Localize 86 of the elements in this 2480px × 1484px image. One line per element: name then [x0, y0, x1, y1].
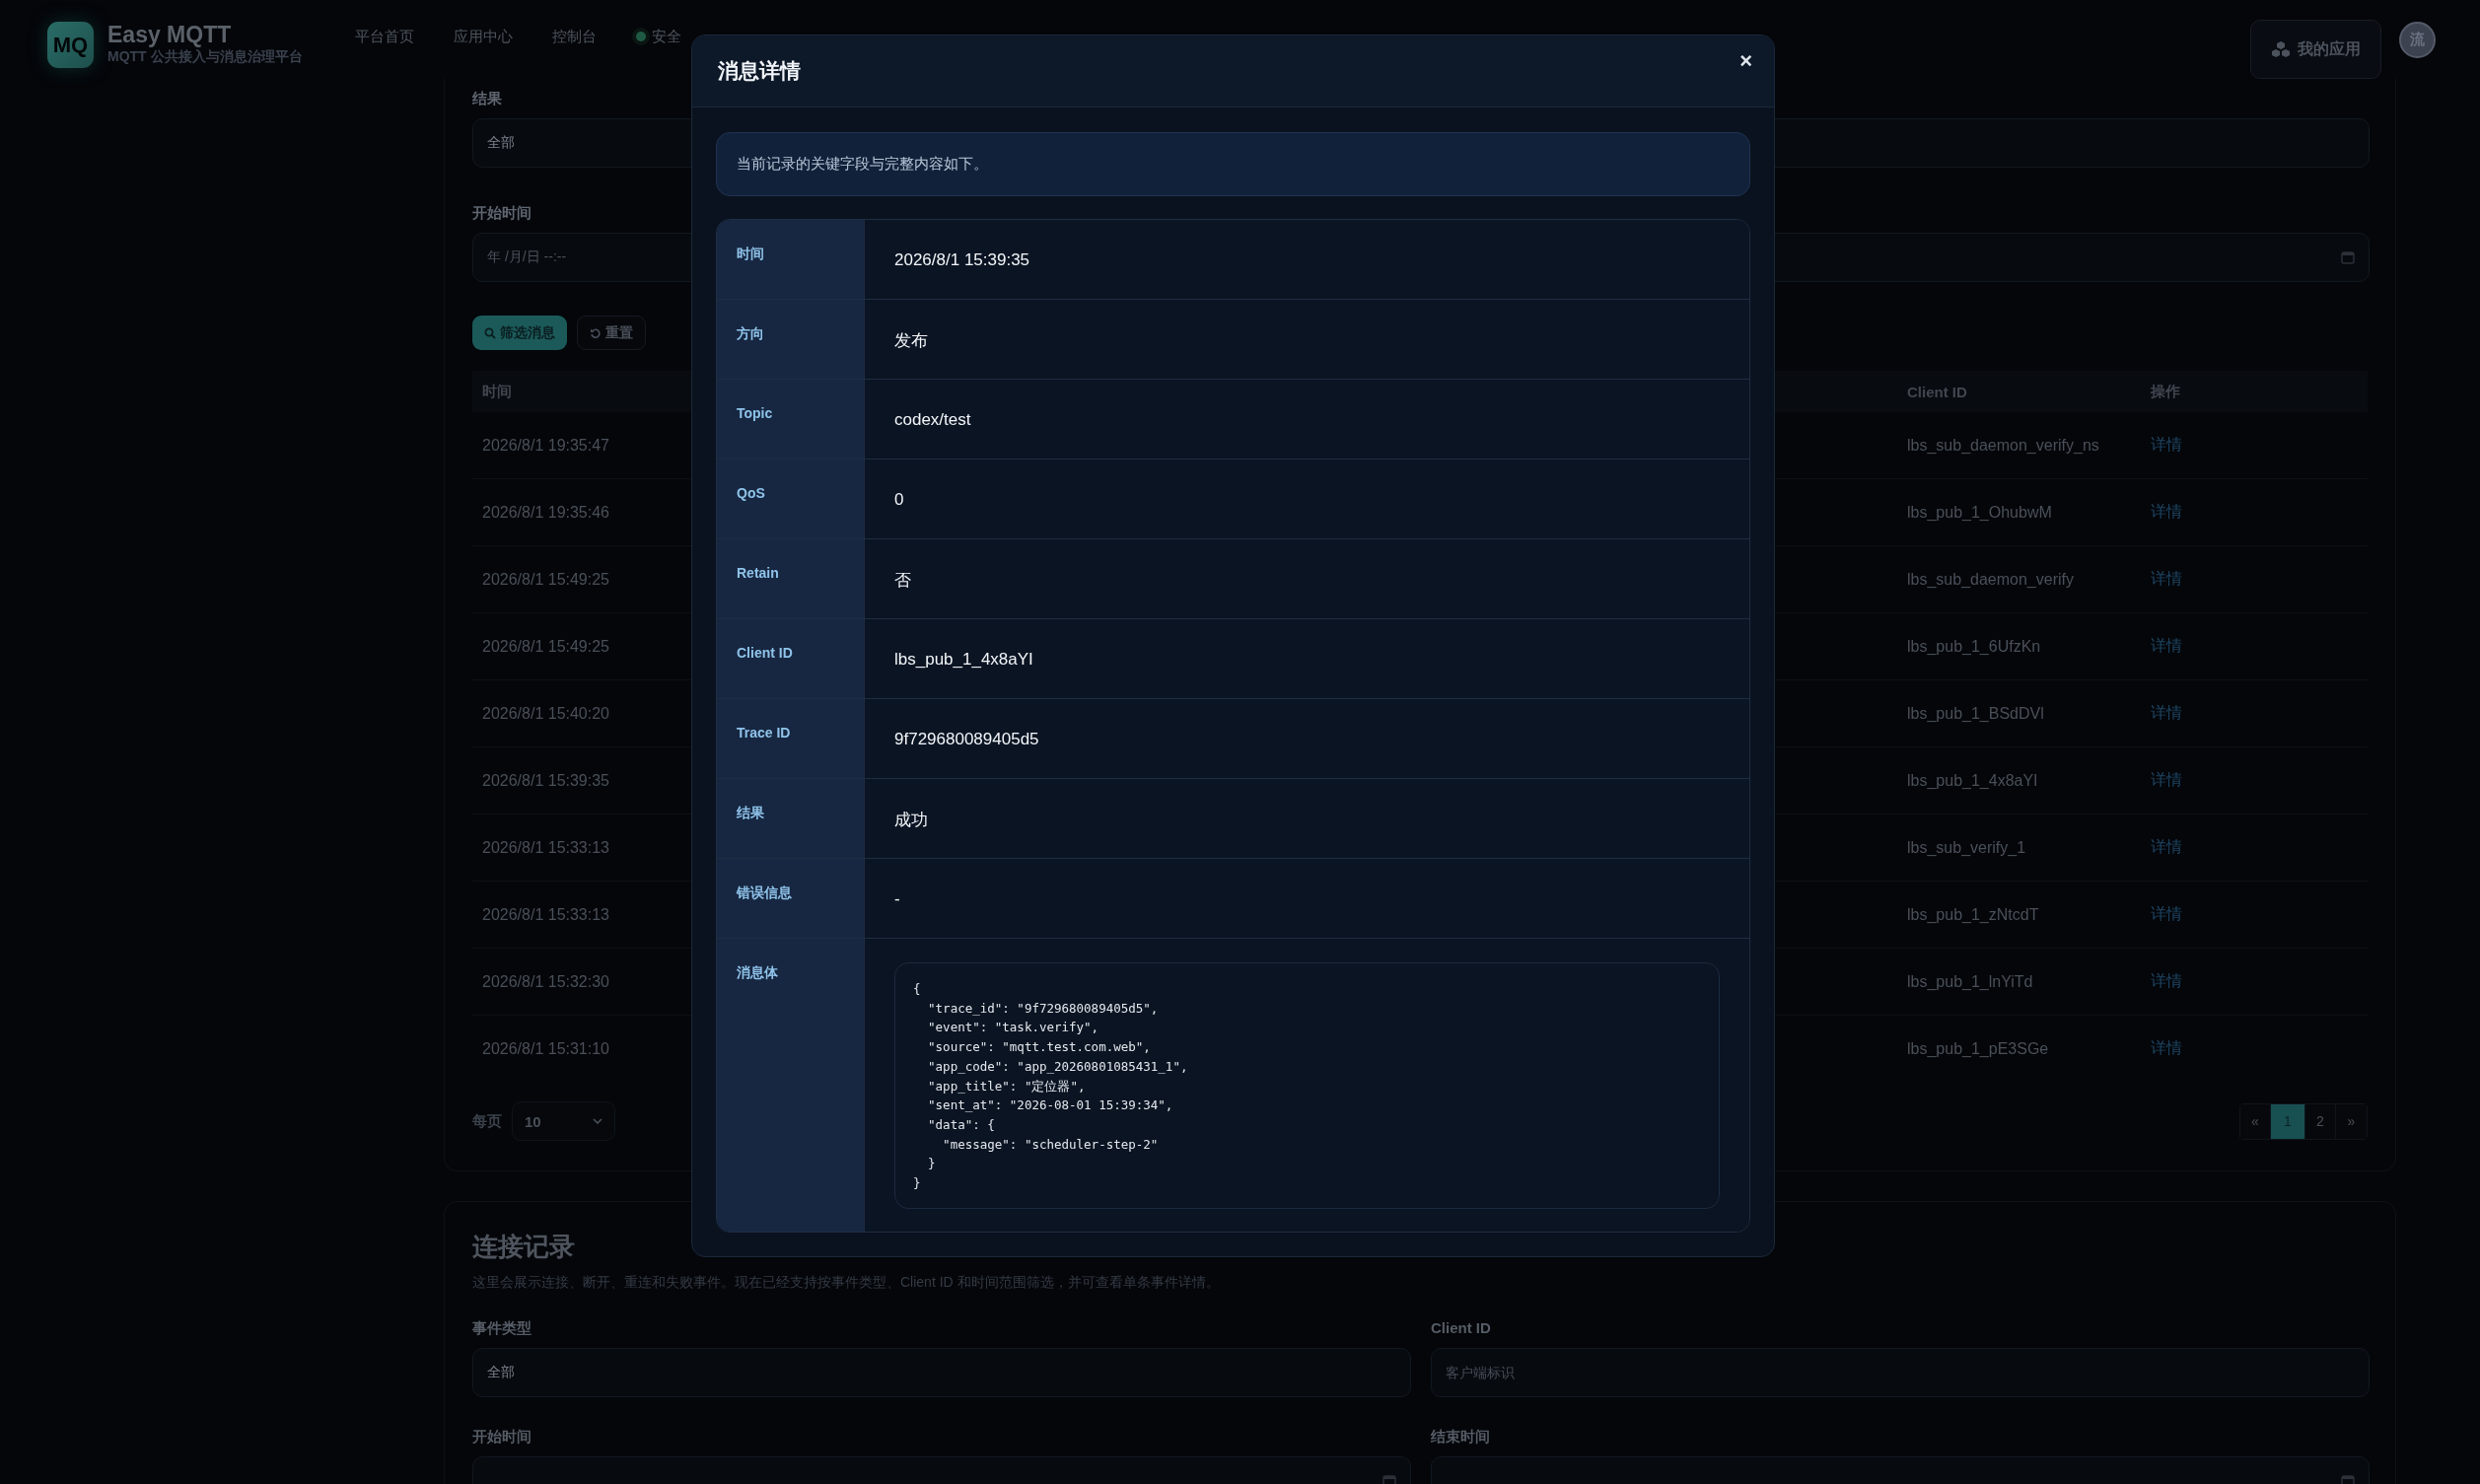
field-label: Retain [737, 565, 779, 581]
time-cell: 2026/8/1 15:32:30 [482, 972, 609, 990]
client-id-cell: lbs_pub_1_pE3SGe [1907, 1039, 2049, 1057]
field-label: 消息体 [737, 964, 778, 980]
nav-link[interactable]: 控制台 [551, 28, 597, 45]
detail-link[interactable]: 详情 [2151, 972, 2182, 989]
field-label: Topic [737, 405, 773, 421]
time-cell: 2026/8/1 19:35:46 [482, 503, 609, 521]
caret-icon [593, 1118, 602, 1124]
reset-icon [590, 326, 602, 339]
field-label: Client ID [737, 645, 793, 661]
detail-link[interactable]: 详情 [2151, 436, 2182, 453]
calendar-icon [2341, 1474, 2355, 1484]
client-id-cell: lbs_pub_1_OhubwM [1907, 503, 2052, 521]
my-apps-button[interactable]: 我的应用 [2250, 20, 2381, 79]
column-header: Client ID [1906, 383, 1967, 400]
detail-link[interactable]: 详情 [2151, 838, 2182, 855]
notice-banner: 当前记录的关键字段与完整内容如下。 [716, 132, 1750, 196]
field-value: codex/test [894, 410, 971, 430]
nav-link[interactable]: 安全 [651, 28, 681, 45]
status-dot [635, 32, 646, 41]
nav-link[interactable]: 平台首页 [354, 28, 414, 45]
detail-link[interactable]: 详情 [2151, 637, 2182, 654]
field-label: 开始时间 [472, 203, 531, 223]
select-field[interactable]: 全部 [472, 1348, 1411, 1397]
client-id-cell: lbs_pub_1_4x8aYI [1907, 771, 2038, 789]
time-cell: 2026/8/1 15:33:13 [482, 838, 609, 856]
field-label: 错误信息 [737, 884, 792, 900]
input-field[interactable]: 客户端标识 [1431, 1348, 2370, 1397]
column-header: 时间 [481, 382, 512, 401]
field-label: 时间 [737, 246, 764, 261]
detail-link[interactable]: 详情 [2151, 905, 2182, 922]
field-value: 发布 [894, 329, 928, 352]
message-body-code: { "trace_id": "9f729680089405d5", "event": "task.verify", "source": "mqtt.test.com.web", "app_code": "app_20260801085431_1", "app_title": "定位器", "sent_at": "2026-08-01 15:39:34", "data": { "message": "scheduler-step-2" } } [894, 962, 1720, 1209]
detail-link[interactable]: 详情 [2151, 771, 2182, 788]
field-value: 否 [894, 569, 911, 592]
client-id-cell: lbs_pub_1_6UfzKn [1907, 637, 2041, 655]
field-value: 0 [894, 490, 904, 510]
app-subtitle: MQTT 公共接入与消息治理平台 [107, 47, 303, 65]
detail-link[interactable]: 详情 [2151, 570, 2182, 587]
logo: MQ [47, 22, 94, 68]
time-cell: 2026/8/1 15:49:25 [482, 570, 609, 588]
time-cell: 2026/8/1 15:49:25 [482, 637, 609, 655]
calendar-icon [2341, 250, 2355, 264]
nav-link[interactable]: 应用中心 [453, 28, 513, 45]
client-id-cell: lbs_sub_daemon_verify [1907, 570, 2074, 588]
field-label: Client ID [1431, 1318, 1491, 1338]
client-id-cell: lbs_pub_1_lnYiTd [1907, 972, 2033, 990]
field-label: 结束时间 [1431, 1427, 1490, 1447]
detail-link[interactable]: 详情 [2151, 704, 2182, 721]
time-cell: 2026/8/1 15:33:13 [482, 905, 609, 923]
client-id-cell: lbs_pub_1_zNtcdT [1907, 905, 2039, 923]
pagination-button[interactable]: « [2240, 1103, 2271, 1139]
time-cell: 2026/8/1 15:31:10 [482, 1039, 609, 1057]
detail-link[interactable]: 详情 [2151, 1039, 2182, 1056]
detail-link[interactable]: 详情 [2151, 503, 2182, 520]
field-label: 开始时间 [472, 1427, 531, 1447]
time-cell: 2026/8/1 15:40:20 [482, 704, 609, 722]
filter-button[interactable]: 筛选消息 [472, 316, 567, 350]
search-icon [484, 326, 496, 339]
field-value: 2026/8/1 15:39:35 [894, 250, 1030, 270]
time-cell: 2026/8/1 19:35:47 [482, 436, 609, 454]
app-title: Easy MQTT [107, 22, 233, 47]
field-value: 9f729680089405d5 [894, 730, 1039, 749]
field-label: QoS [737, 485, 765, 501]
column-header: 操作 [2150, 382, 2180, 401]
field-label: 结果 [737, 805, 764, 820]
dialog-title: 消息详情 [718, 58, 801, 84]
client-id-cell: lbs_sub_daemon_verify_ns [1907, 436, 2099, 454]
field-label: 事件类型 [472, 1318, 531, 1338]
calendar-icon [1382, 1474, 1396, 1484]
field-label: 方向 [737, 325, 764, 341]
close-button[interactable]: × [1736, 50, 1756, 72]
section-title: 连接记录 [472, 1231, 576, 1263]
time-cell: 2026/8/1 15:39:35 [482, 771, 609, 789]
field-value: 成功 [894, 809, 928, 831]
field-value: lbs_pub_1_4x8aYI [894, 650, 1033, 670]
reset-button[interactable]: 重置 [577, 316, 646, 350]
field-label: 结果 [472, 89, 502, 108]
client-id-cell: lbs_pub_1_BSdDVl [1907, 704, 2044, 722]
field-label: Trace ID [737, 725, 791, 741]
field-value: - [894, 889, 900, 909]
page-size-label: 每页 [472, 1111, 502, 1131]
page-size-select[interactable]: 10 [512, 1101, 615, 1141]
cubes-icon [2271, 40, 2291, 58]
client-id-cell: lbs_sub_verify_1 [1907, 838, 2026, 856]
